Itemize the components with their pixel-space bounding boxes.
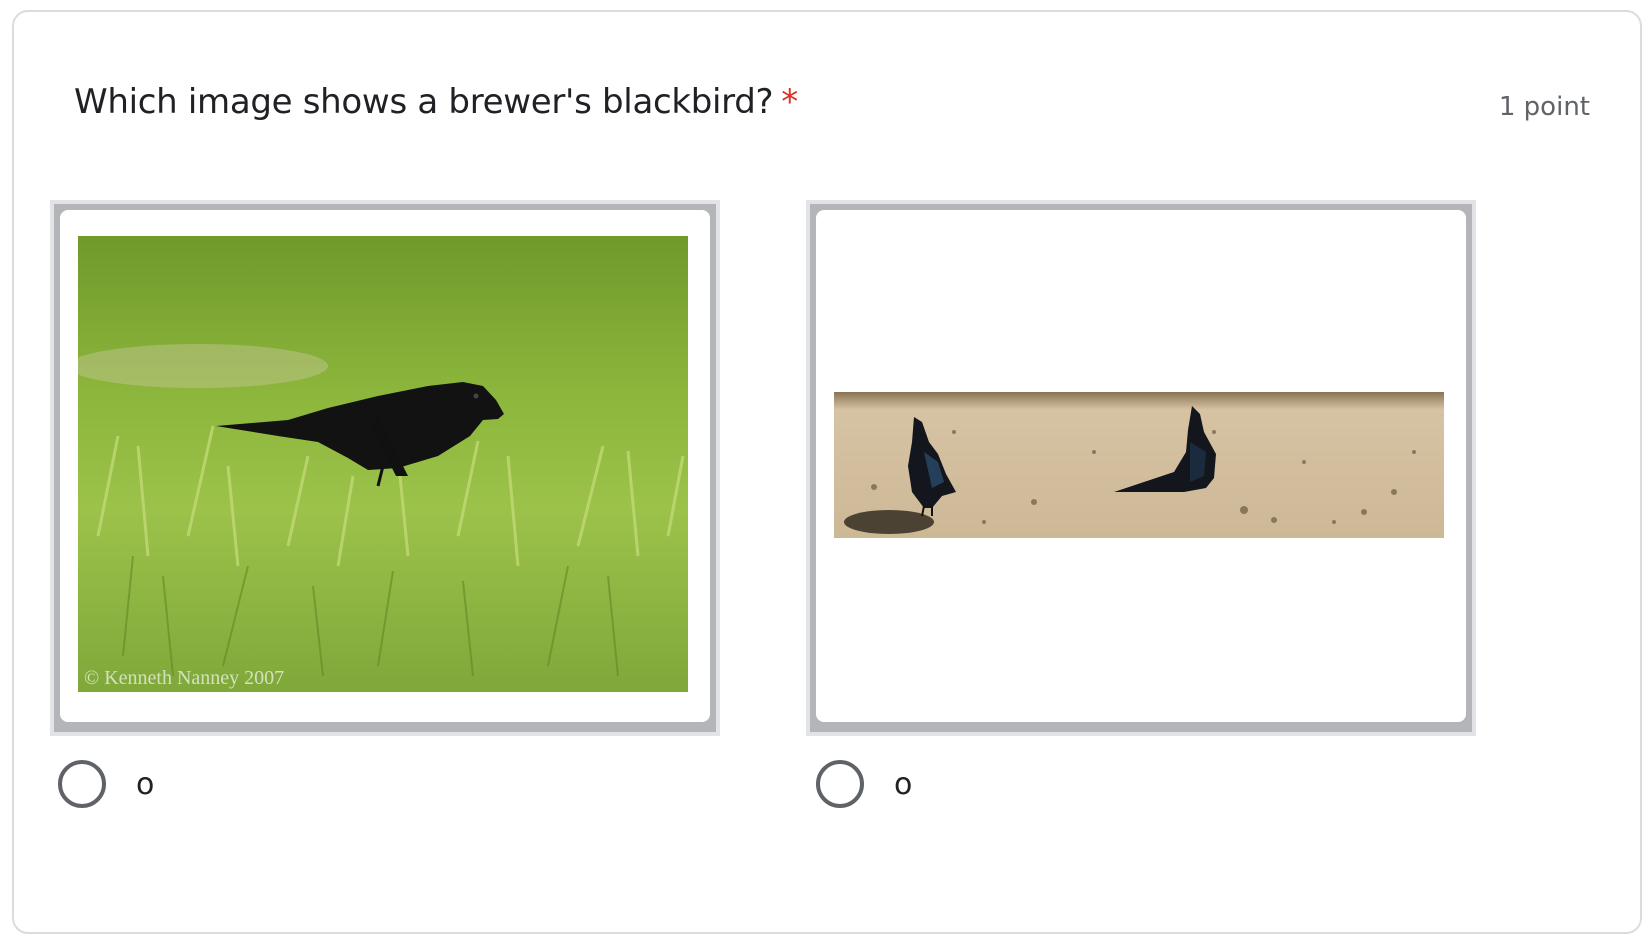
option-label-1: o: [136, 766, 155, 802]
option-image-border: © Kenneth Nanney 2007: [54, 204, 716, 732]
radio-button-2[interactable]: [816, 760, 864, 808]
question-title: Which image shows a brewer's blackbird? *: [74, 82, 798, 122]
option-image-card: © Kenneth Nanney 2007: [60, 210, 710, 722]
option-row-2[interactable]: o: [816, 758, 912, 810]
option-image-border: [810, 204, 1472, 732]
option-image-frame-1[interactable]: © Kenneth Nanney 2007: [50, 200, 720, 736]
option-row-1[interactable]: o: [58, 758, 154, 810]
photo-blackbird-grass: © Kenneth Nanney 2007: [78, 236, 688, 692]
required-marker: *: [781, 82, 798, 122]
option-image-card: [816, 210, 1466, 722]
radio-button-1[interactable]: [58, 760, 106, 808]
image-watermark: © Kenneth Nanney 2007: [84, 667, 284, 689]
question-header: Which image shows a brewer's blackbird? *…: [74, 82, 1590, 142]
option-image-frame-2[interactable]: [806, 200, 1476, 736]
option-label-2: o: [894, 766, 913, 802]
photo-grackles-sand: [834, 392, 1444, 538]
points-label: 1 point: [1498, 92, 1590, 122]
question-text: Which image shows a brewer's blackbird?: [74, 82, 774, 122]
